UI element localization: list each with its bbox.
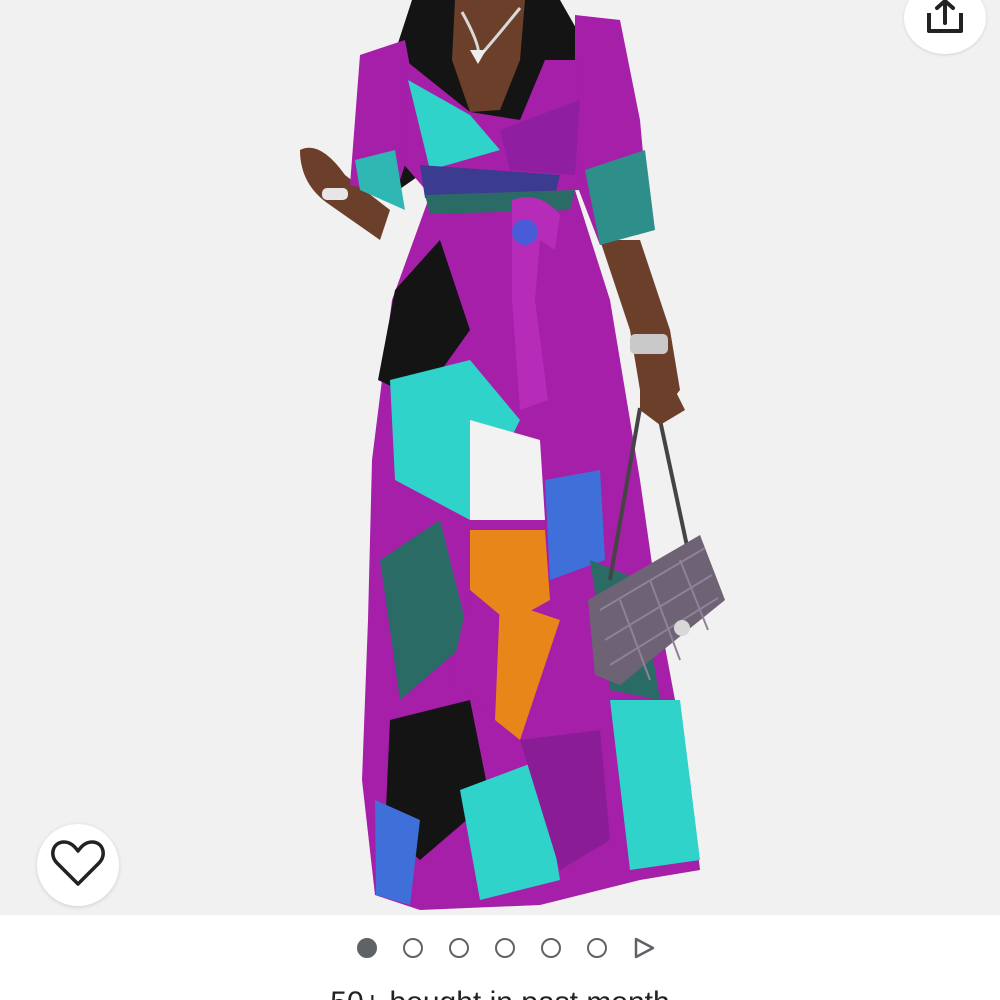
heart-outline-icon [50,838,106,893]
product-detail-screen: 50+ bought in past month [0,0,1000,1000]
pager-dot-5[interactable] [541,938,561,958]
bought-in-past-month-text: 50+ bought in past month [0,985,1000,1000]
play-triangle-icon[interactable] [632,936,656,960]
pager-dot-6[interactable] [587,938,607,958]
pager-dot-2[interactable] [403,938,423,958]
pager-dot-3[interactable] [449,938,469,958]
product-image[interactable] [0,0,1000,915]
product-image-gallery[interactable] [0,0,1000,915]
pager-dot-1[interactable] [357,938,377,958]
image-pager [0,930,1000,966]
pager-dot-4[interactable] [495,938,515,958]
share-icon [925,0,965,40]
wishlist-button[interactable] [37,824,119,906]
